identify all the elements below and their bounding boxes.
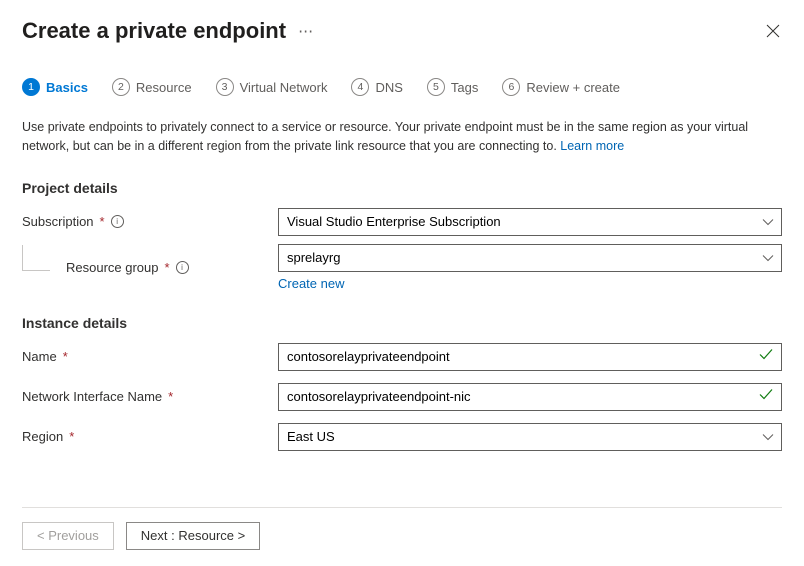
tab-tags[interactable]: 5 Tags — [427, 78, 478, 96]
step-label-basics: Basics — [46, 80, 88, 95]
tab-review-create[interactable]: 6 Review + create — [502, 78, 620, 96]
create-new-link[interactable]: Create new — [278, 276, 344, 291]
section-title-project: Project details — [22, 180, 782, 196]
more-icon[interactable]: ⋯ — [298, 24, 313, 39]
step-num-1: 1 — [22, 78, 40, 96]
step-label-review: Review + create — [526, 80, 620, 95]
step-label-resource: Resource — [136, 80, 192, 95]
close-icon[interactable] — [764, 22, 782, 40]
required-marker: * — [168, 389, 173, 404]
step-label-dns: DNS — [375, 80, 402, 95]
name-label: Name — [22, 349, 57, 364]
tab-resource[interactable]: 2 Resource — [112, 78, 192, 96]
resource-group-select[interactable] — [278, 244, 782, 272]
region-label: Region — [22, 429, 63, 444]
step-num-5: 5 — [427, 78, 445, 96]
name-input[interactable] — [278, 343, 782, 371]
info-icon[interactable]: i — [176, 261, 189, 274]
subscription-label: Subscription — [22, 214, 94, 229]
required-marker: * — [100, 214, 105, 229]
hierarchy-line — [22, 245, 50, 271]
tab-basics[interactable]: 1 Basics — [22, 78, 88, 96]
required-marker: * — [165, 260, 170, 275]
required-marker: * — [63, 349, 68, 364]
section-title-instance: Instance details — [22, 315, 782, 331]
region-select[interactable] — [278, 423, 782, 451]
step-label-tags: Tags — [451, 80, 478, 95]
step-num-2: 2 — [112, 78, 130, 96]
previous-button: < Previous — [22, 522, 114, 550]
step-num-4: 4 — [351, 78, 369, 96]
required-marker: * — [69, 429, 74, 444]
tab-virtual-network[interactable]: 3 Virtual Network — [216, 78, 328, 96]
learn-more-link[interactable]: Learn more — [560, 139, 624, 153]
resource-group-label: Resource group — [66, 260, 159, 275]
wizard-steps: 1 Basics 2 Resource 3 Virtual Network 4 … — [22, 78, 782, 102]
step-num-3: 3 — [216, 78, 234, 96]
step-num-6: 6 — [502, 78, 520, 96]
intro-text: Use private endpoints to privately conne… — [22, 118, 782, 156]
intro-body: Use private endpoints to privately conne… — [22, 120, 748, 153]
step-label-vnet: Virtual Network — [240, 80, 328, 95]
info-icon[interactable]: i — [111, 215, 124, 228]
page-title: Create a private endpoint — [22, 18, 286, 44]
footer-separator — [22, 507, 782, 508]
nic-name-input[interactable] — [278, 383, 782, 411]
tab-dns[interactable]: 4 DNS — [351, 78, 402, 96]
next-button[interactable]: Next : Resource > — [126, 522, 260, 550]
nic-name-label: Network Interface Name — [22, 389, 162, 404]
subscription-select[interactable] — [278, 208, 782, 236]
